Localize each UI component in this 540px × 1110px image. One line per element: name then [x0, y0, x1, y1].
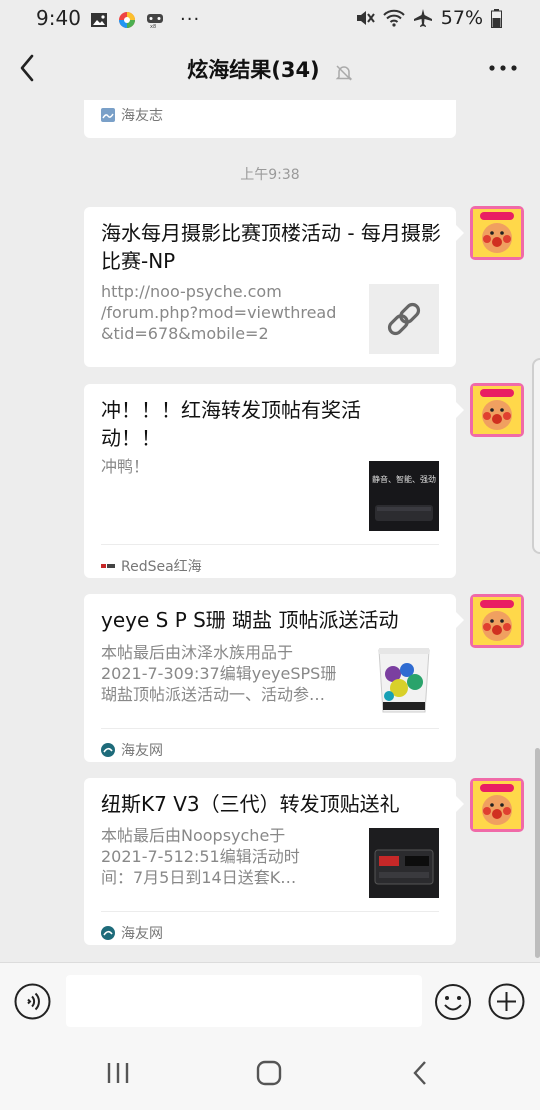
input-bar [0, 962, 540, 1036]
link-thumbnail [369, 284, 439, 354]
home-icon[interactable] [249, 1058, 289, 1088]
game-icon: x8 [147, 13, 163, 29]
gallery-icon [91, 12, 107, 27]
emoji-icon[interactable] [434, 983, 472, 1021]
redsea-logo-icon [101, 562, 115, 569]
status-bar: 9:40 x8 ··· 57% [0, 0, 540, 36]
message-input[interactable] [66, 975, 422, 1027]
k7-device-image [369, 828, 439, 898]
card-description: 本帖最后由沐泽水族用品于 2021-7-309:37编辑yeyeSPS珊 瑚盐顶… [101, 643, 337, 704]
chat-header: 炫海结果(34) [0, 36, 540, 100]
card-description: 冲鸭！ [101, 457, 150, 476]
anpanman-avatar-icon [470, 383, 524, 437]
edge-panel-handle[interactable] [532, 358, 540, 554]
link-card[interactable]: 冲！！！红海转发顶帖有奖活动！！ 冲鸭！ 静音、智能、强劲 RedSea红海 [84, 384, 464, 578]
sender-avatar[interactable] [470, 594, 524, 648]
card-source: 海友网 [101, 911, 439, 945]
link-icon [387, 302, 421, 336]
haiyouwang-logo-icon [101, 742, 115, 757]
source-name: RedSea红海 [121, 558, 202, 575]
system-back-icon[interactable] [400, 1058, 440, 1088]
card-source: 海友志 [101, 100, 439, 128]
message-timestamp: 上午9:38 [240, 167, 300, 183]
card-source: RedSea红海 [101, 544, 439, 578]
salt-bucket-image [378, 648, 430, 713]
link-card[interactable]: 纽斯K7 V3（三代）转发顶贴送礼 本帖最后由Noopsyche于 2021-7… [84, 778, 464, 945]
more-options-icon[interactable] [486, 54, 520, 82]
message-list[interactable]: 海友志 上午9:38 海水每月摄影比赛顶楼活动 - 每月摄影比赛-NP http… [0, 100, 540, 962]
product-thumbnail [369, 644, 439, 714]
card-title: 纽斯K7 V3（三代）转发顶贴送礼 [101, 792, 400, 816]
card-title: 冲！！！红海转发顶帖有奖活动！！ [101, 398, 361, 450]
anpanman-avatar-icon [470, 778, 524, 832]
product-thumbnail: 静音、智能、强劲 [369, 461, 439, 531]
recent-apps-icon[interactable] [98, 1058, 138, 1088]
mute-icon [356, 11, 375, 25]
clock: 9:40 [36, 6, 81, 30]
source-name: 海友网 [121, 925, 163, 942]
color-app-icon [119, 11, 135, 28]
airplane-icon [413, 9, 432, 27]
card-title: yeye S P S珊 瑚盐 顶帖派送活动 [101, 608, 399, 632]
source-name: 海友志 [121, 108, 163, 124]
anpanman-avatar-icon [470, 594, 524, 648]
plus-icon[interactable] [488, 983, 525, 1020]
voice-input-icon[interactable] [14, 983, 51, 1020]
card-description: http://noo-psyche.com /forum.php?mod=vie… [101, 282, 337, 343]
svg-text:静音、智能、强劲: 静音、智能、强劲 [372, 474, 436, 484]
scrollbar[interactable] [535, 748, 540, 958]
more-notifications-icon: ··· [180, 9, 201, 30]
wifi-icon [383, 9, 405, 27]
card-source: 海友网 [101, 728, 439, 762]
sender-avatar[interactable] [470, 206, 524, 260]
notifications-muted-icon [335, 64, 353, 81]
product-thumbnail [369, 828, 439, 898]
link-card[interactable]: 海水每月摄影比赛顶楼活动 - 每月摄影比赛-NP http://noo-psyc… [84, 207, 464, 367]
link-card[interactable]: yeye S P S珊 瑚盐 顶帖派送活动 本帖最后由沐泽水族用品于 2021-… [84, 594, 464, 762]
haiyouzhi-source-icon [101, 108, 115, 122]
sender-avatar[interactable] [470, 383, 524, 437]
anpanman-avatar-icon [470, 206, 524, 260]
battery-percent: 57% [440, 7, 483, 29]
card-title: 海水每月摄影比赛顶楼活动 - 每月摄影比赛-NP [101, 221, 441, 273]
battery-icon [491, 8, 502, 28]
system-nav-bar [0, 1036, 540, 1110]
haiyouwang-logo-icon [101, 925, 115, 940]
partial-link-card[interactable]: 海友志 [84, 100, 456, 138]
pump-product-image: 静音、智能、强劲 [369, 461, 439, 531]
svg-text:x8: x8 [150, 24, 156, 29]
source-name: 海友网 [121, 742, 163, 759]
card-description: 本帖最后由Noopsyche于 2021-7-512:51编辑活动时 间：7月5… [101, 826, 300, 887]
chat-title: 炫海结果(34) [187, 58, 320, 82]
sender-avatar[interactable] [470, 778, 524, 832]
